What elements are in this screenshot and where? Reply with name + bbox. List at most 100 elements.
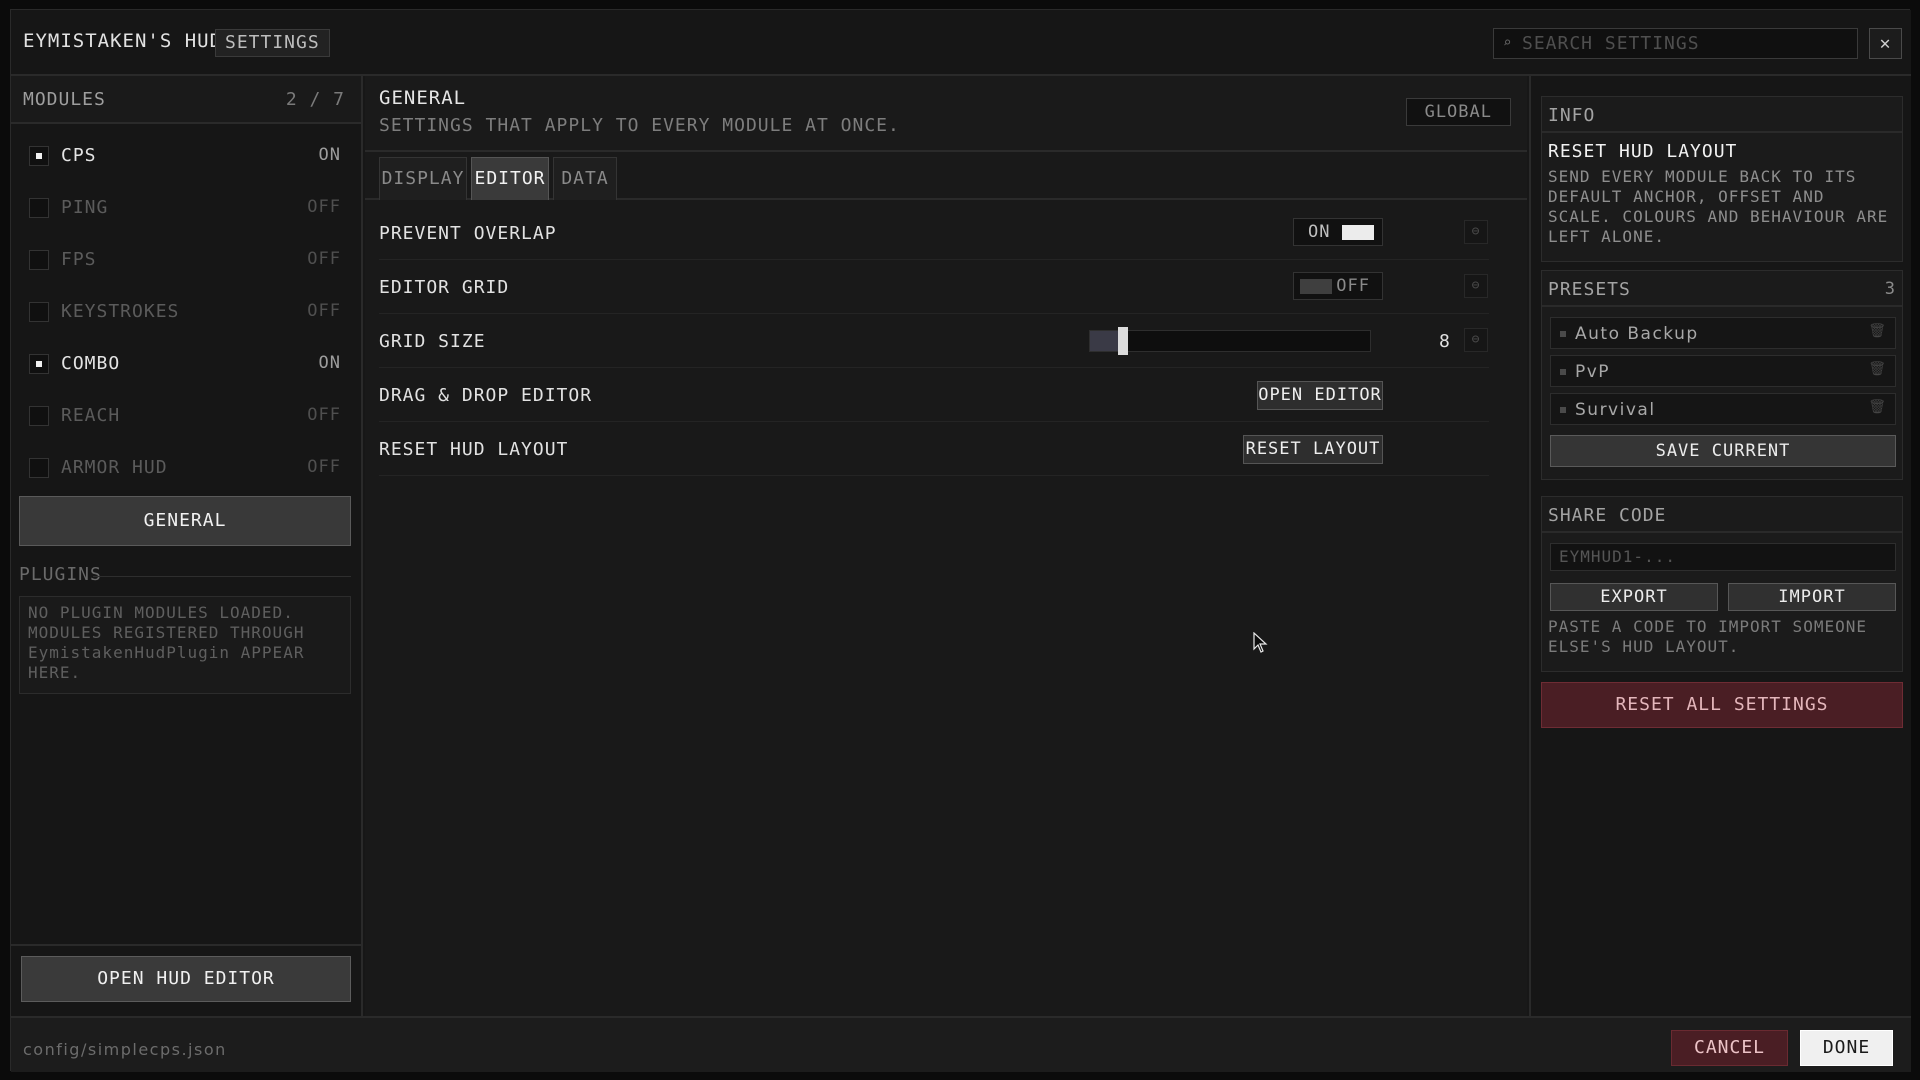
info-description: SEND EVERY MODULE BACK TO ITS DEFAULT AN… <box>1548 167 1889 246</box>
settings-list: PREVENT OVERLAP ON ⊖ EDITOR GRID OFF ⊖ G… <box>379 206 1489 476</box>
presets-count: 3 <box>1884 279 1896 299</box>
info-header-label: INFO <box>1548 105 1596 126</box>
info-header: INFO <box>1542 97 1902 133</box>
preset-item[interactable]: Auto Backup 🗑 <box>1550 317 1896 349</box>
share-code-box: SHARE CODE EYMHUD1-... EXPORT IMPORT PAS… <box>1541 496 1903 672</box>
prevent-overlap-toggle[interactable]: ON <box>1293 218 1383 246</box>
setting-row-editor-grid: EDITOR GRID OFF ⊖ <box>379 260 1489 314</box>
preset-item[interactable]: Survival 🗑 <box>1550 393 1896 425</box>
search-icon: ⌕ <box>1503 35 1513 51</box>
reset-all-settings-button[interactable]: RESET ALL SETTINGS <box>1541 682 1903 728</box>
preset-name: PvP <box>1575 362 1611 382</box>
module-item-keystrokes[interactable]: KEYSTROKES OFF <box>21 286 351 338</box>
module-item-fps[interactable]: FPS OFF <box>21 234 351 286</box>
module-list: CPS ON PING OFF FPS OFF KEYSTROKES OFF C… <box>11 124 361 494</box>
module-checkbox[interactable] <box>29 354 49 374</box>
module-checkbox[interactable] <box>29 458 49 478</box>
general-button[interactable]: GENERAL <box>19 496 351 546</box>
setting-label: GRID SIZE <box>379 331 486 352</box>
module-checkbox[interactable] <box>29 250 49 270</box>
modules-count: 2 / 7 <box>285 89 345 110</box>
import-button[interactable]: IMPORT <box>1728 583 1896 611</box>
close-button[interactable]: ✕ <box>1869 28 1902 59</box>
mouse-pointer-icon <box>1253 632 1268 653</box>
tab-editor[interactable]: EDITOR <box>471 157 549 200</box>
module-state: OFF <box>307 249 341 269</box>
open-editor-button[interactable]: OPEN EDITOR <box>1257 381 1383 410</box>
settings-window: EYMISTAKEN'S HUD SETTINGS ⌕ ✕ MODULES 2 … <box>10 9 1911 1072</box>
export-button[interactable]: EXPORT <box>1550 583 1718 611</box>
plugins-label: PLUGINS <box>19 564 102 585</box>
right-panel: INFO RESET HUD LAYOUT SEND EVERY MODULE … <box>1529 76 1911 1016</box>
share-code-input[interactable]: EYMHUD1-... <box>1550 543 1896 571</box>
search-input[interactable] <box>1522 33 1842 54</box>
config-path: config/simplecps.json <box>23 1040 227 1059</box>
slider-thumb[interactable] <box>1118 327 1128 355</box>
editor-grid-toggle[interactable]: OFF <box>1293 272 1383 300</box>
grid-size-value: 8 <box>1439 331 1451 352</box>
presets-title: PRESETS <box>1548 279 1631 300</box>
setting-row-reset-layout: RESET HUD LAYOUT RESET LAYOUT <box>379 422 1489 476</box>
title-bar: EYMISTAKEN'S HUD SETTINGS ⌕ ✕ <box>11 10 1911 76</box>
slider-fill <box>1090 331 1118 351</box>
open-hud-editor-button[interactable]: OPEN HUD EDITOR <box>21 956 351 1002</box>
share-hint: PASTE A CODE TO IMPORT SOMEONE ELSE'S HU… <box>1548 617 1867 656</box>
modules-header: MODULES 2 / 7 <box>11 76 361 124</box>
info-box: INFO RESET HUD LAYOUT SEND EVERY MODULE … <box>1541 96 1903 262</box>
app-title: EYMISTAKEN'S HUD <box>23 30 223 52</box>
setting-row-drag-drop: DRAG & DROP EDITOR OPEN EDITOR <box>379 368 1489 422</box>
tab-data[interactable]: DATA <box>553 157 617 200</box>
reset-icon[interactable]: ⊖ <box>1464 328 1488 352</box>
tab-bar: DISPLAY EDITOR DATA <box>365 152 1527 200</box>
grid-size-slider[interactable] <box>1089 327 1371 355</box>
module-state: OFF <box>307 457 341 477</box>
reset-layout-button[interactable]: RESET LAYOUT <box>1243 435 1383 464</box>
reset-icon[interactable]: ⊖ <box>1464 274 1488 298</box>
setting-row-prevent-overlap: PREVENT OVERLAP ON ⊖ <box>379 206 1489 260</box>
preset-name: Survival <box>1575 400 1656 420</box>
module-checkbox[interactable] <box>29 302 49 322</box>
bullet-icon <box>1560 407 1566 413</box>
module-item-armor-hud[interactable]: ARMOR HUD OFF <box>21 442 351 494</box>
done-button[interactable]: DONE <box>1800 1030 1893 1066</box>
presets-header: PRESETS 3 <box>1542 271 1902 307</box>
share-header: SHARE CODE <box>1542 497 1902 533</box>
preset-item[interactable]: PvP 🗑 <box>1550 355 1896 387</box>
module-name: ARMOR HUD <box>61 457 168 478</box>
share-title: SHARE CODE <box>1548 505 1667 526</box>
toggle-state: OFF <box>1336 276 1370 296</box>
reset-icon[interactable]: ⊖ <box>1464 220 1488 244</box>
trash-icon[interactable]: 🗑 <box>1868 399 1887 415</box>
section-subtitle: SETTINGS THAT APPLY TO EVERY MODULE AT O… <box>379 115 900 136</box>
module-checkbox[interactable] <box>29 146 49 166</box>
setting-label: PREVENT OVERLAP <box>379 223 557 244</box>
save-current-button[interactable]: SAVE CURRENT <box>1550 435 1896 467</box>
cancel-button[interactable]: CANCEL <box>1671 1030 1788 1066</box>
setting-label: RESET HUD LAYOUT <box>379 439 569 460</box>
trash-icon[interactable]: 🗑 <box>1868 361 1887 377</box>
module-item-combo[interactable]: COMBO ON <box>21 338 351 390</box>
toggle-knob <box>1300 279 1332 294</box>
module-item-cps[interactable]: CPS ON <box>21 130 351 182</box>
section-title: GENERAL <box>379 87 467 109</box>
modules-sidebar: MODULES 2 / 7 CPS ON PING OFF FPS OFF KE… <box>11 76 363 1016</box>
toggle-knob <box>1342 225 1374 240</box>
module-item-ping[interactable]: PING OFF <box>21 182 351 234</box>
module-name: COMBO <box>61 353 121 374</box>
module-item-reach[interactable]: REACH OFF <box>21 390 351 442</box>
module-checkbox[interactable] <box>29 198 49 218</box>
module-name: CPS <box>61 145 97 166</box>
module-state: ON <box>318 353 341 373</box>
info-title: RESET HUD LAYOUT <box>1548 141 1738 162</box>
module-checkbox[interactable] <box>29 406 49 426</box>
tab-display[interactable]: DISPLAY <box>379 157 467 200</box>
module-name: REACH <box>61 405 121 426</box>
modules-title: MODULES <box>23 89 106 110</box>
module-name: FPS <box>61 249 97 270</box>
trash-icon[interactable]: 🗑 <box>1868 323 1887 339</box>
module-name: PING <box>61 197 109 218</box>
setting-label: EDITOR GRID <box>379 277 510 298</box>
search-box[interactable]: ⌕ <box>1493 28 1858 59</box>
module-name: KEYSTROKES <box>61 301 180 322</box>
module-state: OFF <box>307 197 341 217</box>
